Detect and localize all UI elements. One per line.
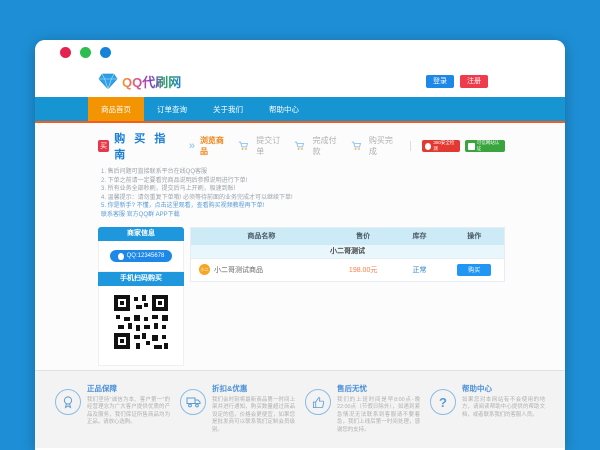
qq-contact-button[interactable]: QQ:12345678	[110, 250, 173, 262]
note-line: 2. 下单之前请一定要看完商品说明后参照说明进行下单!	[101, 177, 505, 186]
footer-title: 折扣&优惠	[212, 383, 295, 394]
footer-col-authentic: 正品保障 我们坚持"诚信为本、客户第一"的经营理念为广大客户提供优质的产品及服务…	[55, 383, 170, 448]
site-footer: 正品保障 我们坚持"诚信为本、客户第一"的经营理念为广大客户提供优质的产品及服务…	[35, 370, 565, 448]
check-icon	[468, 143, 475, 150]
thumbs-up-icon	[305, 389, 331, 415]
nav-item-about[interactable]: 关于我们	[200, 97, 256, 121]
footer-text: 我们的上班时间是早8:00点-晚22:00点（节假日除外），如遇到紧急情况无法联…	[337, 397, 420, 434]
product-avatar: 小二	[199, 264, 210, 275]
note-line: 4. 温馨提示：请勿重复下单哦! 必须等待前面的业务完成才可以继续下单!	[101, 194, 505, 203]
footer-text: 我们坚持"诚信为本、客户第一"的经营理念为广大客户提供优质的产品及服务，我们保证…	[87, 397, 170, 427]
truck-icon	[180, 389, 206, 415]
col-product-name: 商品名称	[191, 231, 332, 241]
footer-text: 我们会时刻将最新商品第一时间上架并进行通知，购买数量超过商品设定的值，价格会更便…	[212, 397, 295, 434]
step-browse: 浏览商品	[200, 135, 230, 157]
nav-item-home[interactable]: 商品首页	[88, 97, 144, 121]
scan-buy-header: 手机扫码购买	[98, 272, 184, 286]
footer-text: 如果您对本网站有不会使用的地方，请阅读帮助中心提供的帮助文档，或者联系我们的客服…	[462, 397, 545, 419]
table-row: 小二 小二哥测试商品 198.00元 正常 购买	[191, 259, 504, 281]
trusted-site-badge[interactable]: 可信网站认证	[465, 140, 505, 152]
buy-button[interactable]: 购买	[457, 264, 491, 276]
site-header: QQ代刷网 登录 注册	[35, 65, 565, 97]
col-action: 操作	[445, 231, 504, 241]
security-badge-360[interactable]: 360安全检测	[422, 140, 460, 152]
step-submit: 提交订单	[256, 135, 286, 157]
maximize-window-button[interactable]	[100, 47, 111, 58]
table-header-row: 商品名称 售价 库存 操作	[191, 228, 504, 245]
buy-icon: 买	[98, 140, 109, 152]
col-stock: 库存	[394, 231, 444, 241]
merchant-sidebar: 商家信息 QQ:12345678 手机扫码购买	[98, 227, 184, 366]
product-stock: 正常	[394, 265, 444, 275]
footer-title: 帮助中心	[462, 383, 545, 394]
cart-icon	[351, 141, 361, 151]
note-line-link[interactable]: 5. 你是新手? 不懂，点击这里观看，查看购买视频教程再下单!	[101, 202, 505, 211]
step-pay: 完成付款	[313, 135, 343, 157]
footer-title: 正品保障	[87, 383, 170, 394]
merchant-info-header: 商家信息	[98, 227, 184, 241]
cart-icon	[294, 141, 304, 151]
product-price: 198.00元	[332, 265, 395, 275]
note-line: 3. 所有业务全部秒刷，提交后马上开刷，极速到账!	[101, 185, 505, 194]
close-window-button[interactable]	[60, 47, 71, 58]
main-content: 买 购 买 指 南 » 浏览商品 提交订单 完成付款 购买完成 360安全检测 …	[35, 123, 565, 370]
site-logo[interactable]: QQ代刷网	[98, 72, 181, 91]
site-title: QQ代刷网	[122, 72, 181, 91]
step-done: 购买完成	[369, 135, 399, 157]
login-button[interactable]: 登录	[426, 75, 454, 88]
quick-links[interactable]: 联系客服 官方QQ群 APP下载	[101, 211, 505, 220]
footer-col-help: ? 帮助中心 如果您对本网站有不会使用的地方，请阅读帮助中心提供的帮助文档，或者…	[430, 383, 545, 448]
minimize-window-button[interactable]	[80, 47, 91, 58]
category-row: 小二哥测试	[191, 245, 504, 259]
product-table: 商品名称 售价 库存 操作 小二哥测试 小二 小二哥测试商品 198.00元 正…	[190, 227, 505, 282]
window-titlebar	[35, 40, 565, 65]
nav-item-help[interactable]: 帮助中心	[256, 97, 312, 121]
browser-window: QQ代刷网 登录 注册 商品首页 订单查询 关于我们 帮助中心 买 购 买 指 …	[35, 40, 565, 450]
diamond-icon	[98, 73, 118, 90]
chevron-right-icon: »	[189, 140, 193, 152]
divider	[410, 141, 411, 151]
qq-penguin-icon	[118, 253, 124, 260]
note-line: 1. 售后问题可直接联系平台在线QQ客服	[101, 168, 505, 177]
cart-icon	[238, 141, 248, 151]
shield-icon	[425, 143, 432, 150]
product-name: 小二哥测试商品	[214, 265, 263, 275]
col-price: 售价	[332, 231, 395, 241]
register-button[interactable]: 注册	[460, 75, 488, 88]
footer-title: 售后无忧	[337, 383, 420, 394]
guide-notes: 1. 售后问题可直接联系平台在线QQ客服 2. 下单之前请一定要看完商品说明后参…	[101, 168, 505, 211]
main-nav: 商品首页 订单查询 关于我们 帮助中心	[35, 97, 565, 123]
footer-col-discount: 折扣&优惠 我们会时刻将最新商品第一时间上架并进行通知，购买数量超过商品设定的值…	[180, 383, 295, 448]
guide-title: 购 买 指 南	[114, 130, 184, 162]
purchase-guide: 买 购 买 指 南 » 浏览商品 提交订单 完成付款 购买完成 360安全检测 …	[98, 130, 505, 162]
nav-item-orders[interactable]: 订单查询	[144, 97, 200, 121]
footer-col-aftersales: 售后无忧 我们的上班时间是早8:00点-晚22:00点（节假日除外），如遇到紧急…	[305, 383, 420, 448]
medal-icon	[55, 389, 81, 415]
qr-code	[112, 293, 170, 351]
question-icon: ?	[430, 389, 456, 415]
